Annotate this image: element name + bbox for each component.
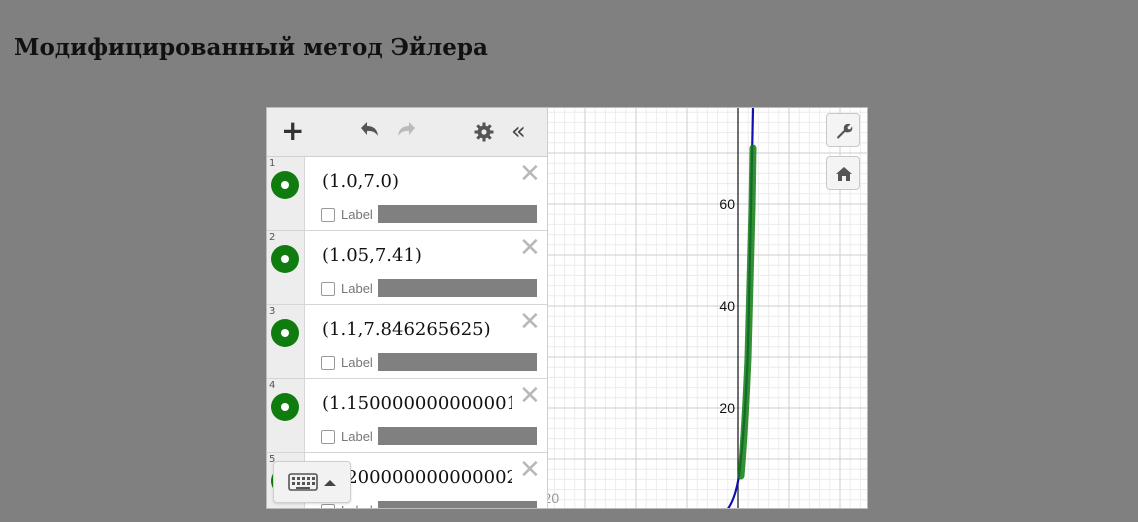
keyboard-icon — [288, 473, 336, 491]
delete-icon[interactable]: ✕ — [519, 457, 541, 483]
expression-index: 2 — [269, 232, 276, 243]
label-checkbox[interactable] — [321, 430, 335, 444]
label-input[interactable] — [378, 501, 537, 508]
euler-points-path — [737, 144, 757, 480]
label-checkbox-text: Label — [341, 355, 373, 370]
label-input[interactable] — [378, 427, 537, 445]
label-checkbox-text: Label — [341, 429, 373, 444]
keyboard-toggle-button[interactable] — [273, 461, 351, 503]
expression-math[interactable]: (1.1,7.846265625) — [322, 319, 512, 340]
caret-up-icon — [324, 480, 336, 486]
graphing-calculator: + « 1 (1.0,7.0) ✕ Label 2 (1.05,7.41) ✕ … — [266, 107, 868, 509]
expression-row[interactable]: 3 (1.1,7.846265625) ✕ Label — [267, 305, 547, 379]
y-tick-label: 20 — [719, 400, 735, 416]
add-icon[interactable]: + — [281, 117, 304, 145]
y-tick-label: 60 — [719, 196, 735, 212]
expression-row[interactable]: 4 (1.150000000000001 ✕ Label — [267, 379, 547, 453]
label-input[interactable] — [378, 205, 537, 223]
expression-gutter: 4 — [267, 379, 305, 452]
page-title: Модифицированный метод Эйлера — [14, 34, 488, 61]
home-icon — [836, 167, 852, 181]
delete-icon[interactable]: ✕ — [519, 309, 541, 335]
expression-index: 3 — [269, 306, 276, 317]
label-input[interactable] — [378, 279, 537, 297]
expression-gutter: 2 — [267, 231, 305, 304]
point-style-icon[interactable] — [271, 319, 299, 347]
label-checkbox-text: Label — [341, 281, 373, 296]
label-checkbox[interactable] — [321, 282, 335, 296]
expression-index: 1 — [269, 158, 276, 169]
label-checkbox[interactable] — [321, 208, 335, 222]
graph-canvas[interactable]: 204060-2020 — [547, 108, 868, 509]
point-style-icon[interactable] — [271, 245, 299, 273]
y-tick-label: 40 — [719, 298, 735, 314]
delete-icon[interactable]: ✕ — [519, 161, 541, 187]
expression-math[interactable]: (1.150000000000001 — [322, 393, 512, 414]
graph-paper[interactable]: 204060-2020 — [547, 108, 868, 509]
expression-math[interactable]: (1.0,7.0) — [322, 171, 512, 192]
undo-icon[interactable] — [357, 120, 381, 144]
delete-icon[interactable]: ✕ — [519, 235, 541, 261]
expression-toolbar: + « — [267, 108, 547, 157]
expression-list: 1 (1.0,7.0) ✕ Label 2 (1.05,7.41) ✕ Label 3 (1.1,… — [267, 157, 547, 508]
label-checkbox[interactable] — [321, 356, 335, 370]
x-tick-label: -20 — [547, 490, 559, 506]
home-button[interactable] — [826, 156, 860, 190]
label-input[interactable] — [378, 353, 537, 371]
wrench-button[interactable] — [826, 113, 860, 147]
expression-gutter: 1 — [267, 157, 305, 230]
delete-icon[interactable]: ✕ — [519, 383, 541, 409]
expression-math[interactable]: (1.05,7.41) — [322, 245, 512, 266]
expression-row[interactable]: 1 (1.0,7.0) ✕ Label — [267, 157, 547, 231]
wrench-icon — [837, 123, 853, 139]
collapse-icon[interactable]: « — [511, 118, 526, 144]
redo-icon[interactable] — [395, 120, 419, 144]
expression-row[interactable]: 2 (1.05,7.41) ✕ Label — [267, 231, 547, 305]
label-checkbox-text: Label — [341, 207, 373, 222]
point-style-icon[interactable] — [271, 171, 299, 199]
expression-panel: + « 1 (1.0,7.0) ✕ Label 2 (1.05,7.41) ✕ … — [267, 108, 548, 508]
expression-gutter: 3 — [267, 305, 305, 378]
label-checkbox[interactable] — [321, 504, 335, 508]
point-style-icon[interactable] — [271, 393, 299, 421]
settings-icon[interactable] — [474, 122, 494, 146]
expression-index: 4 — [269, 380, 276, 391]
